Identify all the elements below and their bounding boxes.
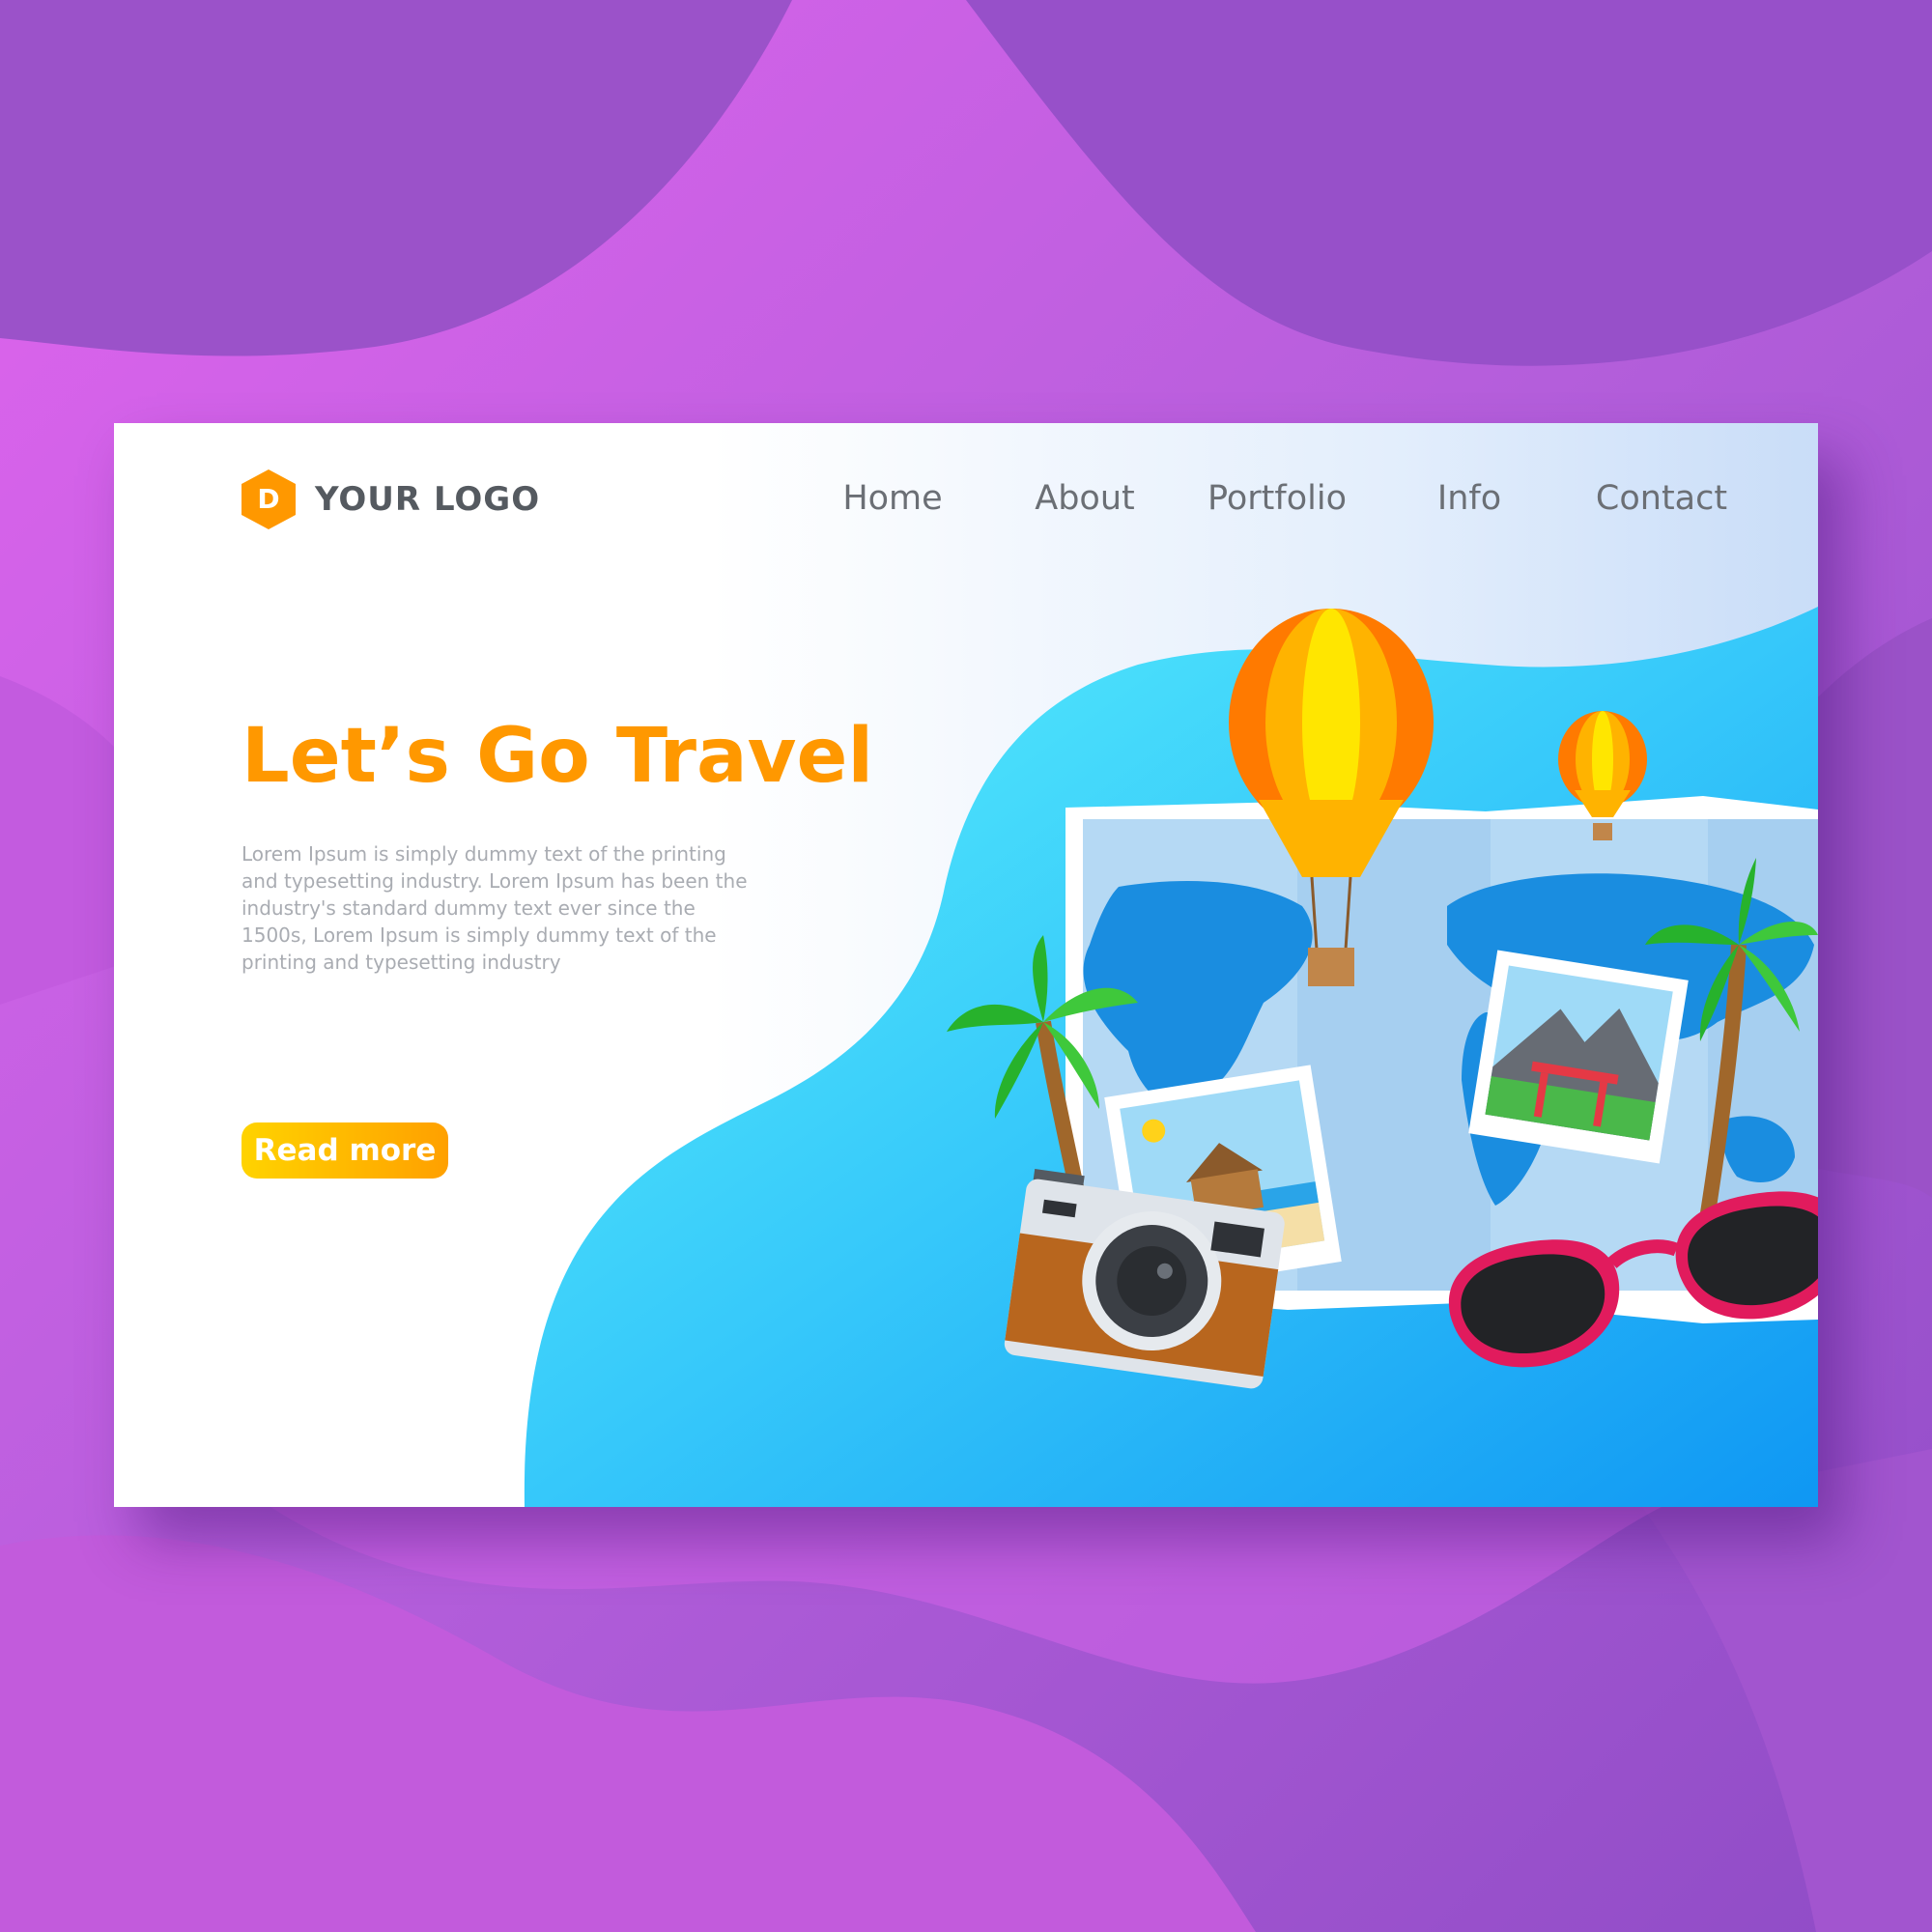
- hero-description: Lorem Ipsum is simply dummy text of the …: [242, 842, 748, 974]
- nav-info[interactable]: Info: [1382, 471, 1556, 526]
- nav-portfolio[interactable]: Portfolio: [1190, 471, 1364, 526]
- nav-home[interactable]: Home: [806, 471, 980, 526]
- nav-about[interactable]: About: [998, 471, 1172, 526]
- read-more-button[interactable]: Read more: [242, 1122, 448, 1179]
- photo-icon: [1468, 950, 1689, 1164]
- main-navigation: Home About Portfolio Info Contact: [114, 471, 1818, 529]
- nav-contact[interactable]: Contact: [1575, 471, 1748, 526]
- hero-title: Let’s Go Travel: [242, 713, 874, 800]
- landing-page-card: D YOUR LOGO Home About Portfolio Info Co…: [114, 423, 1818, 1507]
